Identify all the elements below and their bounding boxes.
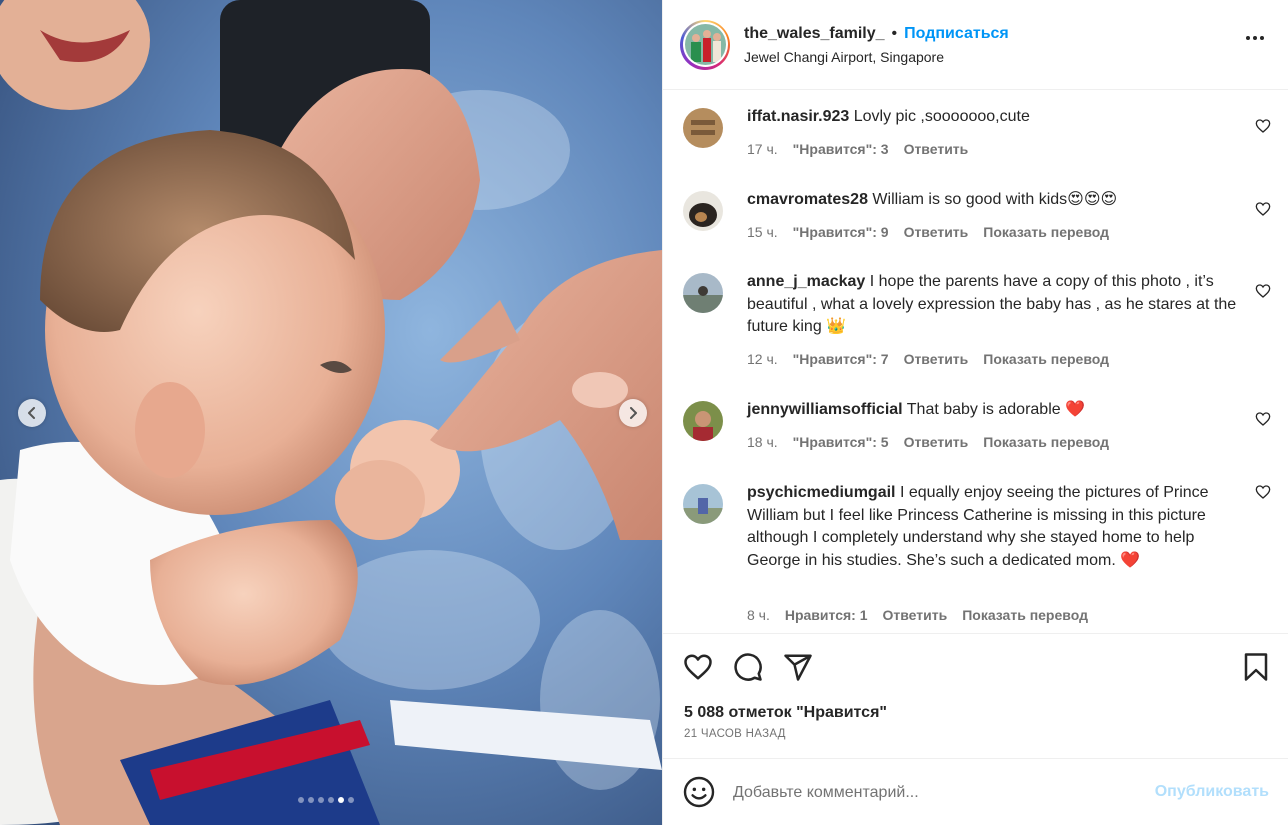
carousel-dot	[318, 797, 324, 803]
comment-item: psychicmediumgail I equally enjoy seeing…	[663, 482, 1288, 632]
header-separator: •	[891, 24, 898, 42]
reply-button[interactable]: Ответить	[904, 224, 969, 240]
comment-likes[interactable]: Нравится: 1	[785, 607, 868, 623]
post-location[interactable]: Jewel Changi Airport, Singapore	[744, 49, 1009, 65]
comment-composer: Опубликовать	[663, 758, 1288, 825]
comment-avatar[interactable]	[683, 484, 723, 524]
heart-icon[interactable]	[683, 652, 713, 682]
comment-input[interactable]	[733, 779, 1133, 807]
comment-username[interactable]: anne_j_mackay	[747, 273, 865, 290]
heart-icon[interactable]	[1255, 201, 1271, 217]
likes-count[interactable]: 5 088 отметок "Нравится"	[684, 704, 887, 722]
avatar-image	[684, 24, 726, 65]
heart-icon[interactable]	[1255, 484, 1271, 500]
comment-avatar[interactable]	[683, 401, 723, 441]
comment-item: iffat.nasir.923 Lovly pic ,sooooooo,cute…	[663, 106, 1288, 176]
comment-likes[interactable]: "Нравится": 5	[793, 434, 889, 450]
comment-text: Lovly pic ,sooooooo,cute	[853, 108, 1030, 125]
heart-icon[interactable]	[1255, 411, 1271, 427]
post-time[interactable]: 21 ЧАСОВ НАЗАД	[684, 728, 786, 740]
comment-username[interactable]: cmavromates28	[747, 191, 868, 208]
comment-username[interactable]: iffat.nasir.923	[747, 108, 849, 125]
comments-list: iffat.nasir.923 Lovly pic ,sooooooo,cute…	[663, 91, 1288, 633]
post-actions: 5 088 отметок "Нравится" 21 ЧАСОВ НАЗАД	[663, 633, 1288, 758]
carousel-dot	[308, 797, 314, 803]
comment-time[interactable]: 8 ч.	[747, 607, 770, 623]
comment-username[interactable]: jennywilliamsofficial	[747, 401, 903, 418]
comment-likes[interactable]: "Нравится": 7	[793, 351, 889, 367]
comment-avatar[interactable]	[683, 273, 723, 313]
publish-button[interactable]: Опубликовать	[1155, 783, 1269, 801]
comment-time[interactable]: 18 ч.	[747, 434, 778, 450]
show-translation-button[interactable]: Показать перевод	[983, 434, 1109, 450]
heart-icon[interactable]	[1255, 283, 1271, 299]
carousel-prev-button[interactable]	[18, 399, 46, 427]
carousel-dot	[338, 797, 344, 803]
comment-item: anne_j_mackay I hope the parents have a …	[663, 271, 1288, 371]
show-translation-button[interactable]: Показать перевод	[962, 607, 1088, 623]
carousel-next-button[interactable]	[619, 399, 647, 427]
comment-time[interactable]: 17 ч.	[747, 141, 778, 157]
comment-avatar[interactable]	[683, 108, 723, 148]
follow-button[interactable]: Подписаться	[904, 25, 1009, 43]
post-sidebar: the_wales_family_ • Подписаться Jewel Ch…	[662, 0, 1288, 825]
comment-item: cmavromates28 William is so good with ki…	[663, 189, 1288, 259]
comment-item: jennywilliamsofficial That baby is adora…	[663, 399, 1288, 469]
post-photo	[0, 0, 662, 825]
comment-icon[interactable]	[733, 652, 763, 682]
comment-likes[interactable]: "Нравится": 9	[793, 224, 889, 240]
show-translation-button[interactable]: Показать перевод	[983, 224, 1109, 240]
emoji-icon[interactable]	[683, 776, 715, 808]
reply-button[interactable]: Ответить	[904, 434, 969, 450]
carousel-dot	[328, 797, 334, 803]
bookmark-icon[interactable]	[1241, 652, 1271, 682]
reply-button[interactable]: Ответить	[904, 141, 969, 157]
more-options-button[interactable]	[1246, 36, 1264, 40]
chevron-left-icon	[28, 407, 35, 419]
reply-button[interactable]: Ответить	[904, 351, 969, 367]
share-icon[interactable]	[783, 652, 813, 682]
comment-text: That baby is adorable ❤️	[906, 401, 1086, 418]
show-translation-button[interactable]: Показать перевод	[983, 351, 1109, 367]
reply-button[interactable]: Ответить	[883, 607, 948, 623]
chevron-right-icon	[630, 407, 637, 419]
comment-time[interactable]: 12 ч.	[747, 351, 778, 367]
more-icon	[1246, 36, 1250, 40]
post-media	[0, 0, 662, 825]
carousel-dot	[348, 797, 354, 803]
comment-text: William is so good with kids😍😍😍	[872, 191, 1118, 208]
carousel-dot	[298, 797, 304, 803]
comment-time[interactable]: 15 ч.	[747, 224, 778, 240]
post-header: the_wales_family_ • Подписаться Jewel Ch…	[663, 0, 1288, 90]
comment-username[interactable]: psychicmediumgail	[747, 484, 896, 501]
carousel-dots	[298, 797, 354, 803]
comment-avatar[interactable]	[683, 191, 723, 231]
heart-icon[interactable]	[1255, 118, 1271, 134]
comment-likes[interactable]: "Нравится": 3	[793, 141, 889, 157]
author-avatar[interactable]	[680, 19, 730, 70]
author-username[interactable]: the_wales_family_	[744, 25, 885, 43]
